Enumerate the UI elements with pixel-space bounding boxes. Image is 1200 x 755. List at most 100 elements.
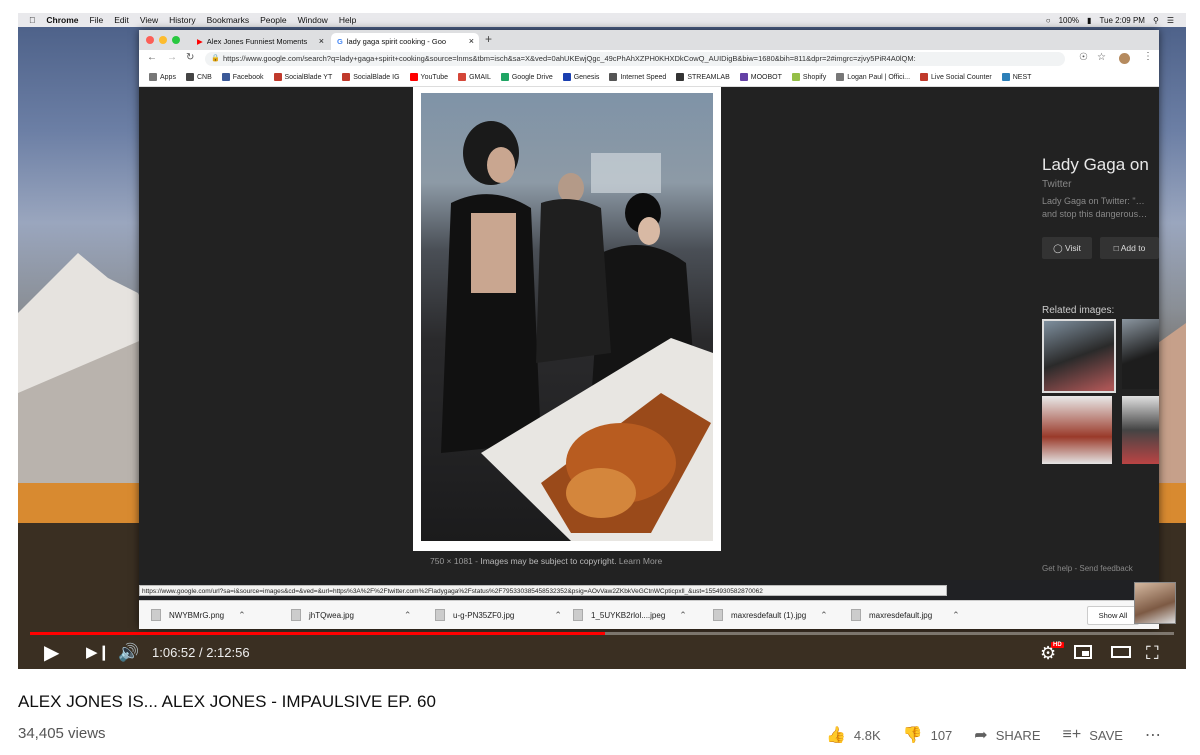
bookmark-item[interactable]: Logan Paul | Offici...: [836, 73, 910, 81]
related-image-thumbnail[interactable]: [1122, 319, 1159, 389]
tab-alex-jones[interactable]: ▶ Alex Jones Funniest Moments ×: [191, 33, 329, 50]
minimize-window-icon[interactable]: [159, 36, 167, 44]
back-icon[interactable]: ←: [147, 52, 157, 63]
clock[interactable]: Tue 2:09 PM: [1099, 16, 1145, 25]
dislike-button[interactable]: 👎 107: [903, 725, 953, 745]
volume-icon[interactable]: 🔊: [118, 641, 139, 665]
video-actions: 👍 4.8K 👎 107 ➦ SHARE ≡+ SAVE ⋯: [826, 724, 1169, 746]
menu-item[interactable]: Chrome: [46, 15, 78, 25]
bookmark-item[interactable]: SocialBlade YT: [273, 73, 332, 81]
download-item[interactable]: 1_5UYKB2rlol....jpeg ⌃: [573, 601, 687, 629]
bookmark-item[interactable]: STREAMLAB: [676, 73, 730, 81]
chevron-up-icon[interactable]: ⌃: [679, 610, 687, 621]
progress-bar[interactable]: [30, 632, 1174, 635]
next-icon[interactable]: ▶❙: [86, 641, 110, 665]
share-label: SHARE: [995, 727, 1041, 743]
learn-more-link[interactable]: Learn More: [619, 556, 662, 566]
menu-item[interactable]: Bookmarks: [207, 15, 250, 25]
chevron-up-icon[interactable]: ⌃: [952, 610, 960, 621]
menu-item[interactable]: People: [260, 15, 286, 25]
more-icon: ⋯: [1144, 727, 1161, 744]
more-button[interactable]: ⋯: [1145, 725, 1169, 745]
get-help-link[interactable]: Get help: [1042, 564, 1072, 573]
share-button[interactable]: ➦ SHARE: [974, 725, 1040, 745]
apple-icon[interactable]: : [29, 15, 35, 25]
menu-item[interactable]: Window: [298, 15, 328, 25]
tab-lady-gaga[interactable]: G lady gaga spirit cooking - Goo ×: [331, 33, 479, 50]
menu-item[interactable]: File: [90, 15, 104, 25]
bookmark-item[interactable]: GMAIL: [458, 73, 491, 81]
chevron-up-icon[interactable]: ⌃: [404, 610, 412, 621]
bookmark-item[interactable]: Internet Speed: [609, 73, 666, 81]
add-to-button[interactable]: □ Add to: [1100, 237, 1159, 259]
youtube-favicon-icon: ▶: [197, 37, 203, 46]
like-button[interactable]: 👍 4.8K: [826, 725, 881, 745]
panel-title[interactable]: Lady Gaga on: [1042, 155, 1149, 175]
fullscreen-icon[interactable]: ⛶: [1146, 641, 1159, 665]
address-bar-row: ← → ↻ 🔒 https://www.google.com/search?q=…: [139, 50, 1159, 69]
chevron-up-icon[interactable]: ⌃: [554, 610, 562, 621]
download-filename: maxresdefault (1).jpg: [731, 610, 807, 620]
related-image-thumbnail[interactable]: [1042, 319, 1116, 393]
bookmark-item[interactable]: MOOBOT: [739, 73, 782, 81]
download-item[interactable]: u-g-PN35ZF0.jpg ⌃: [435, 601, 562, 629]
close-tab-icon[interactable]: ×: [469, 36, 474, 46]
spotlight-icon[interactable]: ⚲: [1153, 16, 1159, 25]
profile-avatar[interactable]: [1119, 53, 1130, 64]
related-image-thumbnail[interactable]: [1122, 396, 1159, 464]
chevron-up-icon[interactable]: ⌃: [238, 610, 246, 621]
bookmark-item[interactable]: NEST: [1001, 73, 1031, 81]
bookmark-favicon-icon: [609, 73, 618, 81]
battery-icon[interactable]: ▮: [1087, 16, 1091, 25]
target-icon[interactable]: ☉: [1079, 52, 1088, 63]
forward-icon[interactable]: →: [167, 52, 177, 63]
visit-button[interactable]: ◯ Visit: [1042, 237, 1092, 259]
close-window-icon[interactable]: [146, 36, 154, 44]
menu-item[interactable]: View: [140, 15, 158, 25]
send-feedback-link[interactable]: Send feedback: [1079, 564, 1132, 573]
menu-item[interactable]: Edit: [114, 15, 129, 25]
menu-item[interactable]: History: [169, 15, 195, 25]
preview-image-frame[interactable]: [413, 87, 721, 551]
lock-icon[interactable]: 🔒: [211, 52, 220, 66]
close-tab-icon[interactable]: ×: [319, 36, 324, 46]
download-item[interactable]: maxresdefault (1).jpg ⌃: [713, 601, 828, 629]
download-item[interactable]: maxresdefault.jpg ⌃: [851, 601, 960, 629]
preview-image[interactable]: [421, 93, 713, 541]
show-all-button[interactable]: Show All: [1087, 606, 1139, 625]
zoom-window-icon[interactable]: [172, 36, 180, 44]
bookmark-item[interactable]: SocialBlade IG: [342, 73, 400, 81]
miniplayer-icon[interactable]: [1074, 645, 1092, 659]
chrome-menu-icon[interactable]: ⋮: [1143, 51, 1153, 62]
bookmark-item[interactable]: Google Drive: [500, 73, 553, 81]
play-icon[interactable]: ▶: [44, 641, 59, 665]
video-player[interactable]:  Chrome File Edit View History Bookmark…: [18, 13, 1186, 669]
chrome-window: ▶ Alex Jones Funniest Moments × G lady g…: [139, 30, 1159, 629]
bookmark-item[interactable]: Live Social Counter: [920, 73, 992, 81]
new-tab-button[interactable]: +: [485, 32, 492, 46]
theater-icon[interactable]: [1111, 646, 1131, 658]
wifi-icon[interactable]: ○: [1046, 16, 1051, 25]
bookmark-star-icon[interactable]: ☆: [1097, 52, 1106, 63]
bookmark-item[interactable]: YouTube: [409, 73, 448, 81]
bookmark-label: STREAMLAB: [687, 73, 730, 81]
bookmark-item[interactable]: Apps: [149, 73, 176, 81]
menu-item[interactable]: Help: [339, 15, 356, 25]
bookmark-item[interactable]: Facebook: [221, 73, 264, 81]
bookmark-item[interactable]: Shopify: [791, 73, 826, 81]
download-item[interactable]: jhTQwea.jpg ⌃: [291, 601, 411, 629]
bookmark-favicon-icon: [791, 73, 800, 81]
chevron-up-icon[interactable]: ⌃: [820, 610, 828, 621]
panel-source[interactable]: Twitter: [1042, 179, 1071, 190]
related-image-thumbnail[interactable]: [1042, 396, 1112, 464]
notification-center-icon[interactable]: ☰: [1167, 16, 1174, 25]
bookmarks-bar: Apps CNB Facebook SocialBlade YT SocialBlade…: [139, 68, 1159, 87]
bookmark-item[interactable]: Genesis: [562, 73, 599, 81]
save-button[interactable]: ≡+ SAVE: [1063, 726, 1123, 744]
bookmark-item[interactable]: CNB: [185, 73, 212, 81]
url-input[interactable]: 🔒 https://www.google.com/search?q=lady+g…: [205, 52, 1065, 66]
reload-icon[interactable]: ↻: [186, 52, 194, 63]
bookmark-label: MOOBOT: [750, 73, 782, 81]
bookmark-label: SocialBlade IG: [353, 73, 400, 81]
download-item[interactable]: NWYBMrG.png ⌃: [151, 601, 246, 629]
